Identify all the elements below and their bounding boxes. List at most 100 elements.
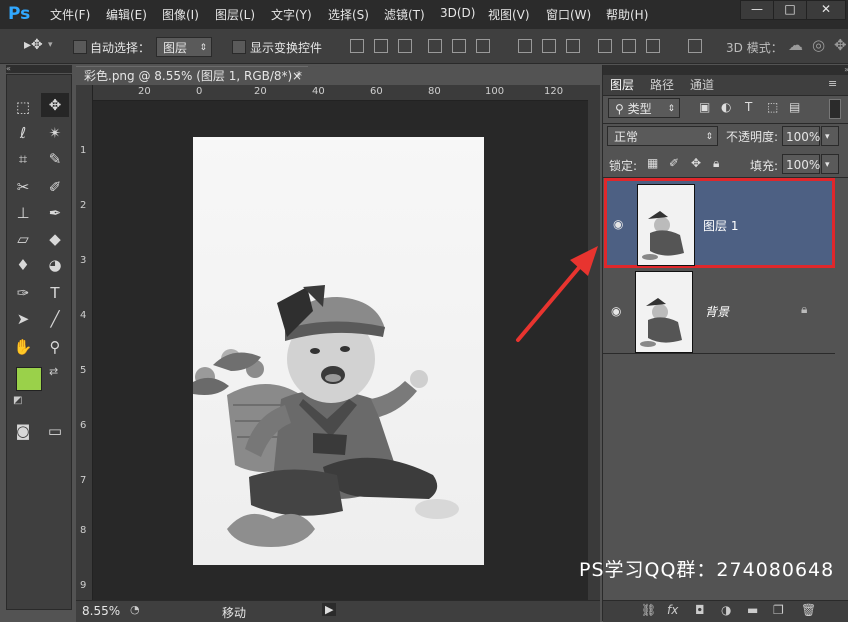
menu-window[interactable]: 窗口(W)	[546, 6, 591, 23]
align-left-icon[interactable]	[428, 39, 442, 53]
menu-file[interactable]: 文件(F)	[50, 6, 90, 23]
panel-menu-icon[interactable]: ≡	[828, 77, 837, 90]
auto-align-icon[interactable]	[688, 39, 702, 53]
align-hcenter-icon[interactable]	[452, 39, 466, 53]
lock-image-icon[interactable]: ✐	[669, 156, 679, 170]
dodge-tool-icon[interactable]: ◕	[41, 253, 69, 277]
lock-transparent-icon[interactable]: ▦	[647, 156, 658, 170]
move-tool-icon[interactable]: ▸✥	[24, 37, 43, 53]
menu-type[interactable]: 文字(Y)	[271, 6, 312, 23]
move-tool-button-icon[interactable]: ✥	[41, 93, 69, 117]
close-button[interactable]: ✕	[806, 0, 846, 20]
menu-filter[interactable]: 滤镜(T)	[384, 6, 425, 23]
align-right-icon[interactable]	[476, 39, 490, 53]
document-tab[interactable]: 彩色.png @ 8.55% (图层 1, RGB/8*) * ×	[76, 66, 308, 85]
distribute-vcenter-icon[interactable]	[542, 39, 556, 53]
filter-pixel-icon[interactable]: ▣	[699, 100, 710, 114]
distribute-right-icon[interactable]	[646, 39, 660, 53]
status-info-icon[interactable]: ◔	[130, 603, 140, 616]
tool-preset-chevron-icon[interactable]: ▾	[48, 40, 53, 50]
distribute-top-icon[interactable]	[518, 39, 532, 53]
show-transform-checkbox[interactable]	[232, 40, 246, 54]
menu-edit[interactable]: 编辑(E)	[106, 6, 147, 23]
magic-wand-tool-icon[interactable]: ✴	[41, 121, 69, 145]
type-tool-icon[interactable]: T	[41, 281, 69, 305]
align-vcenter-icon[interactable]	[374, 39, 388, 53]
toolbar-collapse-icon[interactable]: «	[6, 65, 72, 73]
blend-mode-dropdown[interactable]: 正常 ⇕	[607, 126, 718, 146]
path-selection-tool-icon[interactable]: ➤	[9, 307, 37, 331]
filter-adjustment-icon[interactable]: ◐	[721, 100, 731, 114]
brush-tool-icon[interactable]: ✐	[41, 175, 69, 199]
zoom-level[interactable]: 8.55%	[82, 604, 120, 618]
swap-colors-icon[interactable]: ⇄	[49, 365, 58, 378]
new-layer-icon[interactable]: ❐	[773, 603, 784, 617]
tab-close-icon[interactable]: ×	[292, 67, 302, 86]
panel-collapse-icon[interactable]: »	[603, 65, 848, 75]
clone-stamp-tool-icon[interactable]: ⊥	[9, 201, 37, 225]
maximize-button[interactable]: □	[773, 0, 807, 20]
lock-position-icon[interactable]: ✥	[691, 156, 701, 170]
tab-paths[interactable]: 路径	[650, 76, 674, 93]
fill-input[interactable]: 100%	[782, 154, 820, 174]
crop-tool-icon[interactable]: ⌗	[9, 147, 37, 171]
filter-smart-object-icon[interactable]: ▤	[789, 100, 800, 114]
eye-visibility-icon[interactable]: ◉	[611, 304, 621, 318]
link-layers-icon[interactable]: ⛓	[641, 603, 656, 617]
status-menu-arrow-icon[interactable]: ▶	[322, 603, 337, 616]
filter-type-icon[interactable]: T	[745, 100, 752, 114]
photo-canvas[interactable]	[193, 137, 484, 565]
delete-layer-icon[interactable]: 🗑︎	[801, 603, 816, 617]
menu-image[interactable]: 图像(I)	[162, 6, 199, 23]
filter-shape-icon[interactable]: ⬚	[767, 100, 778, 114]
menu-3d[interactable]: 3D(D)	[440, 6, 475, 20]
eyedropper-tool-icon[interactable]: ✎	[41, 147, 69, 171]
eraser-tool-icon[interactable]: ▱	[9, 227, 37, 251]
tab-layers[interactable]: 图层	[610, 76, 634, 93]
distribute-hcenter-icon[interactable]	[622, 39, 636, 53]
filter-kind-dropdown[interactable]: ⚲ 类型 ⇕	[608, 98, 680, 118]
minimize-button[interactable]: —	[740, 0, 774, 20]
zoom-tool-icon[interactable]: ⚲	[41, 335, 69, 359]
layer-row-background[interactable]: ◉ 背景 🔒︎	[603, 269, 835, 354]
3d-roll-icon[interactable]: ◎	[812, 36, 825, 54]
menu-help[interactable]: 帮助(H)	[606, 6, 648, 23]
auto-select-checkbox[interactable]	[73, 40, 87, 54]
3d-pan-icon[interactable]: ✥	[834, 36, 847, 54]
filter-toggle[interactable]	[829, 99, 841, 119]
paint-bucket-tool-icon[interactable]: ◆	[41, 227, 69, 251]
default-colors-icon[interactable]: ◩	[13, 395, 22, 406]
add-mask-icon[interactable]: ◘	[695, 603, 705, 617]
new-adjustment-icon[interactable]: ◑	[721, 603, 731, 617]
distribute-left-icon[interactable]	[598, 39, 612, 53]
marquee-tool-icon[interactable]: ⬚	[9, 95, 37, 119]
3d-rotate-icon[interactable]: ☁	[788, 36, 803, 54]
distribute-bottom-icon[interactable]	[566, 39, 580, 53]
layer-name[interactable]: 图层 1	[703, 217, 738, 234]
pen-tool-icon[interactable]: ✑	[9, 281, 37, 305]
lock-all-icon[interactable]: 🔒︎	[713, 156, 719, 171]
menu-view[interactable]: 视图(V)	[488, 6, 530, 23]
tab-channels[interactable]: 通道	[690, 76, 714, 93]
history-brush-tool-icon[interactable]: ✒	[41, 201, 69, 225]
align-top-icon[interactable]	[350, 39, 364, 53]
quick-mask-icon[interactable]: ◙	[9, 419, 37, 443]
opacity-chevron-icon[interactable]: ▾	[821, 126, 839, 146]
layer-name[interactable]: 背景	[705, 303, 729, 320]
fill-chevron-icon[interactable]: ▾	[821, 154, 839, 174]
opacity-input[interactable]: 100%	[782, 126, 820, 146]
new-group-icon[interactable]: ▬	[747, 603, 758, 617]
healing-brush-tool-icon[interactable]: ✂	[9, 175, 37, 199]
lasso-tool-icon[interactable]: ℓ	[9, 121, 37, 145]
horizontal-ruler[interactable]: 20 0 20 40 60 80 100 120	[76, 85, 600, 101]
foreground-color-swatch[interactable]	[16, 367, 42, 391]
eye-visibility-icon[interactable]: ◉	[613, 217, 623, 231]
layer-style-icon[interactable]: fx	[667, 603, 678, 617]
screen-mode-icon[interactable]: ▭	[41, 419, 69, 443]
hand-tool-icon[interactable]: ✋	[9, 335, 37, 359]
vertical-scrollbar[interactable]	[588, 100, 600, 600]
vertical-ruler[interactable]: 1 2 3 4 5 6 7 8 9	[76, 85, 93, 600]
blur-tool-icon[interactable]: ♦	[9, 253, 37, 277]
line-tool-icon[interactable]: ╱	[41, 307, 69, 331]
menu-layer[interactable]: 图层(L)	[215, 6, 255, 23]
